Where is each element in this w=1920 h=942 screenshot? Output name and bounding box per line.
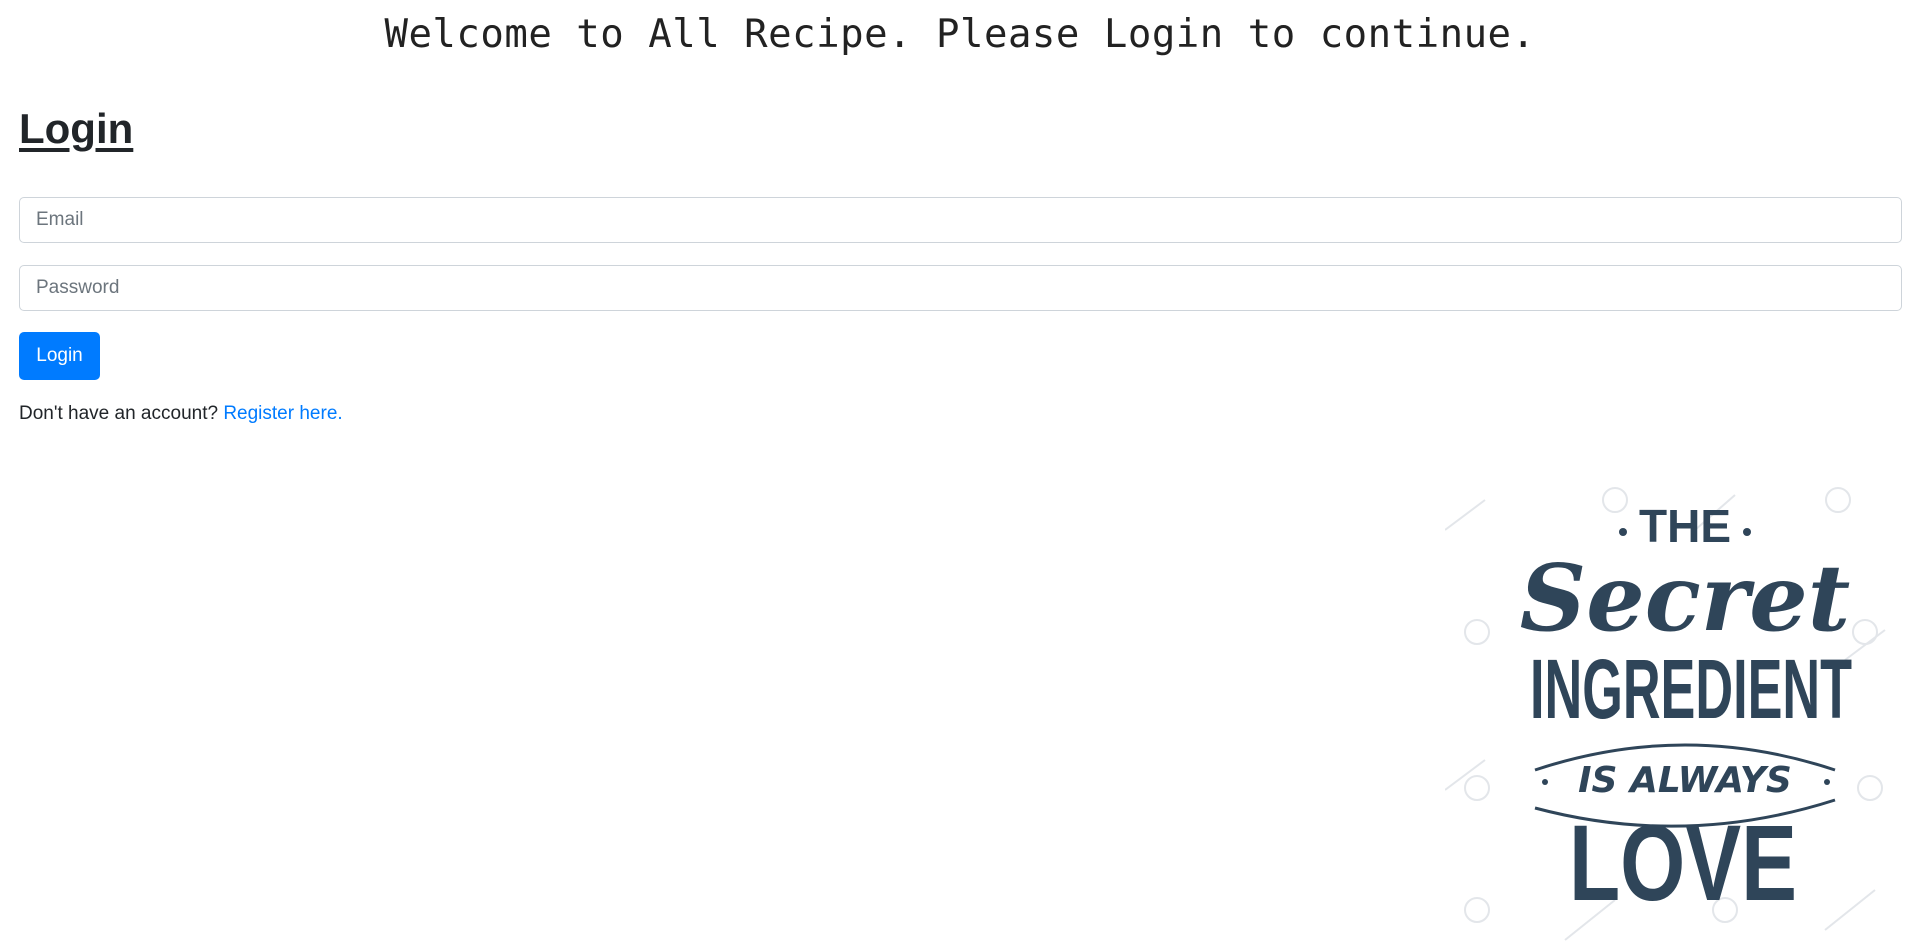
lettering-secret: Secret [1520,544,1851,652]
register-link[interactable]: Register here. [223,403,342,424]
lettering-illustration-icon: THE Secret INGREDIENT IS ALWAYS LOVE [1445,470,1920,942]
welcome-banner: Welcome to All Recipe. Please Login to c… [384,12,1536,57]
login-page: Welcome to All Recipe. Please Login to c… [0,0,1920,942]
lettering-ingredient: INGREDIENT [1530,642,1852,736]
page-title: Login [19,105,134,152]
password-field[interactable] [19,265,1902,311]
login-button[interactable]: Login [19,332,100,380]
lettering-love: LOVE [1569,802,1797,923]
register-prompt: Don't have an account? Register here. [19,403,343,425]
email-field[interactable] [19,197,1902,243]
register-prompt-text: Don't have an account? [19,403,224,424]
lettering-group: THE Secret INGREDIENT IS ALWAYS LOVE [1520,500,1852,923]
lettering-illustration-svg: THE Secret INGREDIENT IS ALWAYS LOVE [1445,487,1886,941]
lettering-is-always: IS ALWAYS [1578,760,1792,801]
